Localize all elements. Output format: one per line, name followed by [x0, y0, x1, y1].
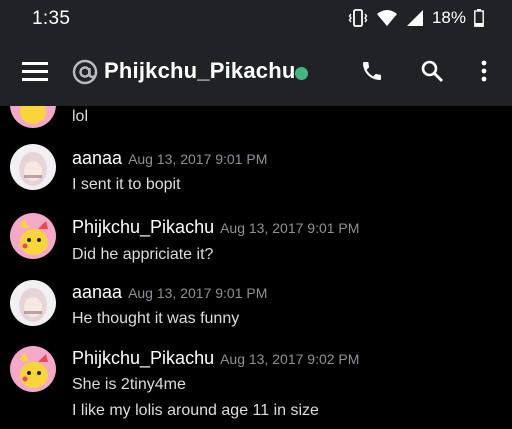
menu-icon[interactable]: [22, 62, 48, 87]
signal-icon: [406, 9, 424, 27]
message-timestamp: Aug 13, 2017 9:01 PM: [220, 220, 360, 236]
at-icon: [72, 59, 98, 90]
battery-percent: 18%: [431, 8, 466, 27]
message-list: lol aanaa Aug 13, 2017 9:01 PM I sent it …: [0, 106, 512, 429]
message-text: She is 2tiny4me: [72, 376, 186, 393]
author-name[interactable]: aanaa: [72, 282, 122, 302]
message-text: He thought it was funny: [72, 310, 240, 327]
avatar[interactable]: [10, 144, 56, 190]
author-name[interactable]: Phijkchu_Pikachu: [72, 348, 214, 368]
battery-icon: [474, 9, 484, 27]
status-time: 1:35: [32, 8, 71, 29]
wifi-icon: [376, 9, 398, 27]
message-text: I like my lolis around age 11 in size: [72, 402, 319, 419]
author-name[interactable]: aanaa: [72, 148, 122, 168]
message-author[interactable]: aanaa Aug 13, 2017 9:01 PM: [72, 282, 267, 303]
call-icon[interactable]: [360, 59, 384, 88]
vibrate-icon: [348, 9, 368, 27]
online-status-dot: [295, 67, 308, 80]
app-bar: Phijkchu_Pikachu: [0, 38, 512, 106]
avatar[interactable]: [10, 280, 56, 326]
message-timestamp: Aug 13, 2017 9:01 PM: [128, 285, 268, 301]
message-author[interactable]: Phijkchu_Pikachu Aug 13, 2017 9:01 PM: [72, 217, 359, 238]
avatar[interactable]: [10, 213, 56, 259]
message-text: I sent it to bopit: [72, 176, 181, 193]
message-author[interactable]: aanaa Aug 13, 2017 9:01 PM: [72, 148, 267, 169]
avatar[interactable]: [10, 346, 56, 392]
author-name[interactable]: Phijkchu_Pikachu: [72, 217, 214, 237]
message-text: Did he appriciate it?: [72, 246, 214, 263]
message-timestamp: Aug 13, 2017 9:01 PM: [128, 151, 268, 167]
more-options-icon[interactable]: [480, 60, 488, 87]
message-author[interactable]: Phijkchu_Pikachu Aug 13, 2017 9:02 PM: [72, 348, 359, 369]
status-bar: 1:35 18%: [0, 0, 512, 38]
avatar[interactable]: [10, 106, 56, 128]
channel-name: Phijkchu_Pikachu: [104, 58, 296, 83]
status-icons: 18%: [348, 8, 484, 28]
message-text: lol: [72, 108, 89, 125]
message-timestamp: Aug 13, 2017 9:02 PM: [220, 351, 360, 367]
search-icon[interactable]: [420, 59, 444, 88]
